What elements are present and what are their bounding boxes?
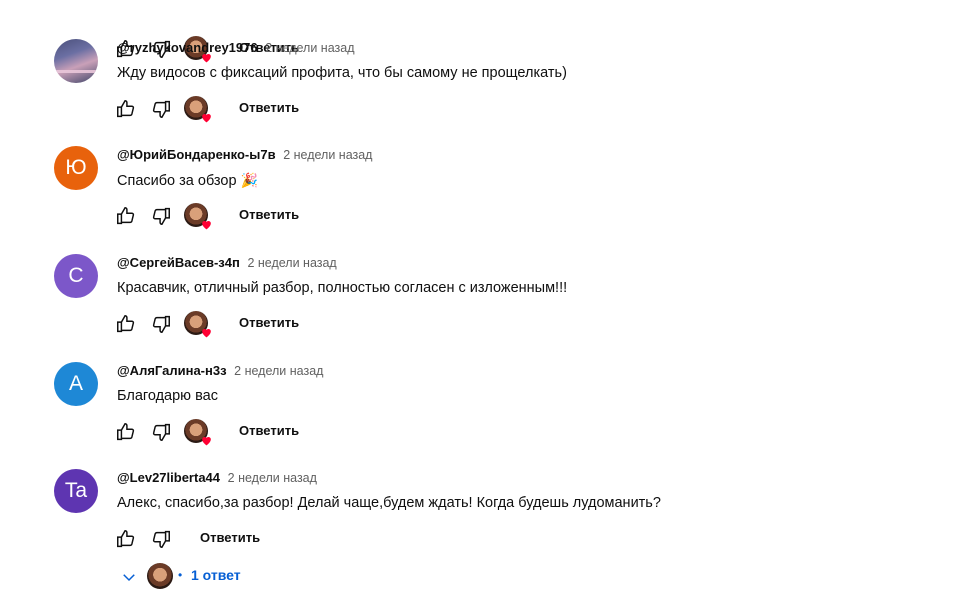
thumb-down-icon — [152, 315, 170, 333]
timestamp[interactable]: 2 недели назад — [265, 41, 354, 55]
reply-button[interactable]: Ответить — [239, 315, 299, 330]
like-button[interactable] — [113, 96, 139, 122]
dislike-button[interactable] — [148, 203, 174, 229]
avatar-letter: Ta — [64, 479, 88, 502]
like-button[interactable] — [113, 419, 139, 445]
timestamp[interactable]: 2 недели назад — [283, 148, 372, 162]
timestamp[interactable]: 2 недели назад — [247, 256, 336, 270]
creator-heart — [184, 419, 211, 446]
comment-text: Жду видосов с фиксаций профита, что бы с… — [117, 65, 567, 81]
reply-button[interactable]: Ответить — [200, 530, 260, 545]
like-button[interactable] — [113, 526, 139, 552]
comment-actions: Ответить — [113, 203, 513, 231]
heart-icon — [202, 328, 211, 338]
like-button[interactable] — [113, 311, 139, 337]
thumb-down-icon — [152, 530, 170, 548]
comment-header: @ЮрийБондаренко-ы7в 2 недели назад — [117, 147, 372, 162]
thumb-up-icon — [117, 315, 135, 333]
comment-actions: Ответить — [113, 419, 513, 447]
comment-actions: Ответить — [113, 311, 513, 339]
replies-toggle[interactable]: • 1 ответ — [117, 563, 317, 591]
comment-text-body: Спасибо за обзор — [117, 173, 237, 189]
thumb-up-icon — [117, 100, 135, 118]
thumb-down-icon — [152, 423, 170, 441]
avatar[interactable]: Ta — [54, 469, 98, 513]
avatar[interactable]: Ю — [54, 146, 98, 190]
comment-header: @Lev27liberta44 2 недели назад — [117, 470, 317, 485]
thumb-down-icon — [152, 100, 170, 118]
dislike-button[interactable] — [148, 96, 174, 122]
replies-bullet: • — [178, 568, 183, 582]
comment-actions: Ответить — [113, 526, 513, 554]
chevron-down-icon — [123, 574, 135, 582]
reply-button[interactable]: Ответить — [239, 207, 299, 222]
thumb-up-icon — [117, 423, 135, 441]
party-emoji: 🎉 — [240, 172, 259, 188]
comment-header: @СергейВасев-з4п 2 недели назад — [117, 255, 337, 270]
thumb-up-icon — [117, 530, 135, 548]
author-name[interactable]: @ЮрийБондаренко-ы7в — [117, 147, 276, 162]
comment-header: @ryzhykovandrey1976 2 недели назад — [117, 40, 355, 55]
author-name[interactable]: @Lev27liberta44 — [117, 470, 220, 485]
creator-heart — [184, 311, 211, 338]
avatar-letter: А — [68, 372, 83, 395]
reply-button[interactable]: Ответить — [239, 100, 299, 115]
comment-header: @АляГалина-н3з 2 недели назад — [117, 363, 323, 378]
avatar-letter: Ю — [65, 156, 87, 179]
comment-text: Благодарю вас — [117, 388, 218, 404]
creator-reply-avatar — [147, 563, 173, 589]
dislike-button[interactable] — [148, 526, 174, 552]
avatar-letter: С — [68, 264, 84, 287]
comment-actions: Ответить — [113, 96, 513, 124]
author-name[interactable]: @ryzhykovandrey1976 — [117, 40, 258, 55]
dislike-button[interactable] — [148, 311, 174, 337]
avatar[interactable]: С — [54, 254, 98, 298]
comment-text: Спасибо за обзор 🎉 — [117, 172, 258, 189]
comment-text: Красавчик, отличный разбор, полностью со… — [117, 280, 568, 296]
heart-icon — [202, 113, 211, 123]
thumb-down-icon — [152, 207, 170, 225]
comment-text: Алекс, спасибо,за разбор! Делай чаще,буд… — [117, 495, 661, 511]
thumb-up-icon — [117, 207, 135, 225]
creator-heart — [184, 203, 211, 230]
replies-count[interactable]: 1 ответ — [191, 567, 241, 583]
heart-icon — [202, 220, 211, 230]
author-name[interactable]: @СергейВасев-з4п — [117, 255, 240, 270]
timestamp[interactable]: 2 недели назад — [228, 471, 317, 485]
reply-button[interactable]: Ответить — [239, 423, 299, 438]
author-name[interactable]: @АляГалина-н3з — [117, 363, 227, 378]
timestamp[interactable]: 2 недели назад — [234, 364, 323, 378]
like-button[interactable] — [113, 203, 139, 229]
dislike-button[interactable] — [148, 419, 174, 445]
avatar[interactable]: А — [54, 362, 98, 406]
creator-heart — [184, 96, 211, 123]
avatar[interactable] — [54, 39, 98, 83]
heart-icon — [202, 436, 211, 446]
